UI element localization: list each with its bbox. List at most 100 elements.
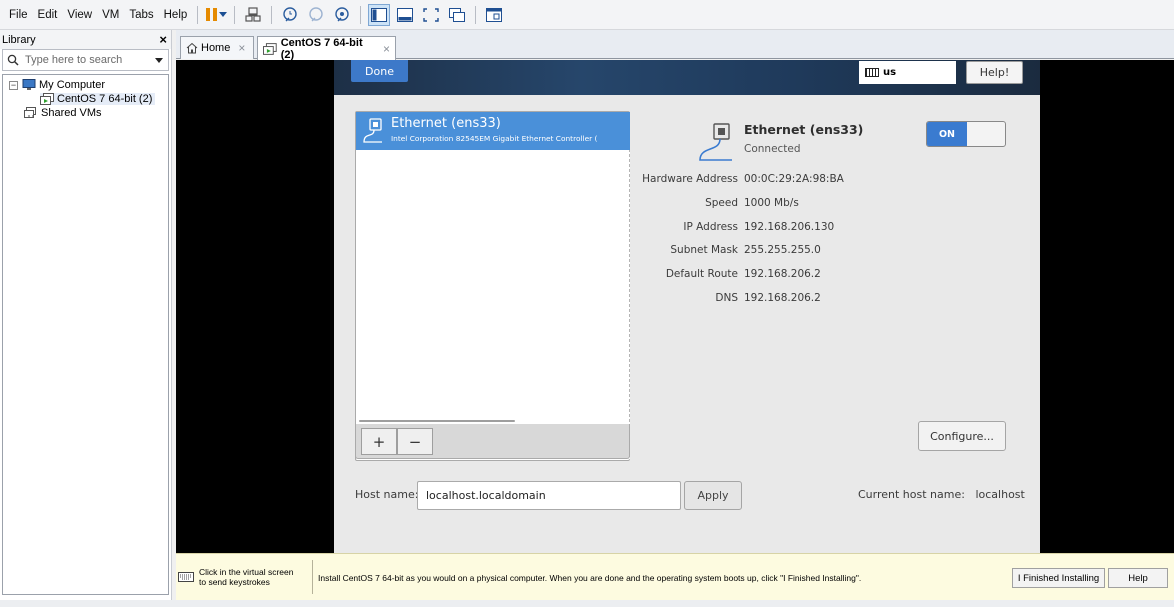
- subnet-mask-label: Subnet Mask: [670, 244, 738, 256]
- hardware-address-label: Hardware Address: [642, 173, 738, 185]
- speed-label: Speed: [705, 197, 738, 209]
- snapshot-icon: [283, 6, 297, 21]
- interface-item-ens33[interactable]: Ethernet (ens33) Intel Corporation 82545…: [356, 112, 630, 150]
- console-view-icon: [486, 7, 503, 22]
- network-hostname-spoke: Done us Help! Ethernet (ens33) Intel Cor…: [334, 60, 1040, 553]
- keyboard-icon: [865, 68, 879, 77]
- interface-list: Ethernet (ens33) Intel Corporation 82545…: [355, 111, 630, 461]
- tab-home[interactable]: Home ×: [180, 36, 254, 59]
- hardware-address-value: 00:0C:29:2A:98:BA: [744, 173, 844, 185]
- toolbar-separator: [475, 5, 477, 24]
- dns-label: DNS: [715, 292, 738, 304]
- tree-item-centos-selected[interactable]: CentOS 7 64-bit (2): [40, 93, 156, 105]
- interface-list-scrollbar[interactable]: [359, 420, 515, 422]
- console-view-button[interactable]: [483, 4, 505, 26]
- library-view-icon: [371, 7, 388, 22]
- menu-tabs[interactable]: Tabs: [124, 0, 158, 30]
- show-library-button[interactable]: [368, 3, 391, 26]
- menu-file[interactable]: File: [4, 0, 33, 30]
- snapshot-manager-button[interactable]: [331, 4, 353, 26]
- hint-help-button[interactable]: Help: [1108, 568, 1168, 588]
- keyboard-layout-label: us: [883, 67, 897, 78]
- thumbnail-bar-button[interactable]: [394, 4, 416, 26]
- tree-label-shared-vms: Shared VMs: [41, 107, 102, 119]
- tab-bar: Home × CentOS 7 64-bit (2) ×: [176, 30, 1174, 61]
- snapshot-button[interactable]: [279, 4, 301, 26]
- speed-value: 1000 Mb/s: [744, 197, 799, 209]
- keyboard-layout-indicator[interactable]: us: [859, 61, 956, 84]
- host-name-input[interactable]: localhost.localdomain: [417, 481, 681, 510]
- tab-centos-label: CentOS 7 64-bit (2): [280, 36, 363, 61]
- install-message: Install CentOS 7 64-bit as you would on …: [318, 573, 862, 583]
- vm-running-icon: [263, 42, 277, 55]
- thumbnail-icon: [397, 7, 414, 22]
- current-host-label: Current host name:: [858, 488, 965, 501]
- search-icon: [7, 54, 19, 66]
- search-dropdown-icon[interactable]: [155, 57, 163, 63]
- send-ctrl-alt-del-button[interactable]: [242, 4, 264, 26]
- tree-item-my-computer[interactable]: − My Computer: [3, 78, 168, 92]
- full-screen-icon: [423, 7, 439, 22]
- interface-description: Intel Corporation 82545EM Gigabit Ethern…: [391, 134, 598, 143]
- configure-button[interactable]: Configure...: [918, 421, 1006, 451]
- ip-address-value: 192.168.206.130: [744, 221, 835, 233]
- help-button[interactable]: Help!: [966, 61, 1023, 84]
- ethernet-icon: [699, 123, 732, 161]
- click-hint-line2: to send keystrokes: [199, 577, 270, 587]
- tab-home-label: Home: [201, 42, 231, 54]
- subnet-mask-value: 255.255.255.0: [744, 244, 821, 256]
- click-hint-line1: Click in the virtual screen: [199, 567, 294, 577]
- connection-status: Connected: [744, 143, 801, 155]
- chevron-down-icon: [218, 12, 227, 17]
- detail-title: Ethernet (ens33): [744, 122, 864, 137]
- vm-running-icon: [40, 93, 54, 105]
- i-finished-installing-button[interactable]: I Finished Installing: [1012, 568, 1105, 588]
- ethernet-toggle[interactable]: ON: [926, 121, 1006, 147]
- install-hint-bar: Click in the virtual screen to send keys…: [176, 553, 1174, 600]
- spoke-header: Done us Help!: [334, 60, 1040, 95]
- tree-label-my-computer: My Computer: [39, 79, 106, 91]
- interface-list-toolbar: + −: [355, 424, 630, 459]
- current-host-value: localhost: [975, 488, 1025, 501]
- toggle-on-label: ON: [927, 122, 967, 146]
- click-hint: Click in the virtual screen to send keys…: [178, 567, 293, 587]
- current-host-name: Current host name: localhost: [858, 488, 1025, 501]
- library-panel: Library × Type here to search − My Compu…: [0, 30, 172, 607]
- default-route-label: Default Route: [665, 268, 738, 280]
- remove-interface-button[interactable]: −: [397, 428, 433, 455]
- close-tab-home-icon[interactable]: ×: [238, 41, 245, 55]
- unity-icon: [449, 7, 466, 22]
- tab-centos-vm[interactable]: CentOS 7 64-bit (2) ×: [257, 36, 396, 61]
- apply-button[interactable]: Apply: [684, 481, 742, 510]
- close-library-icon[interactable]: ×: [159, 33, 167, 46]
- pause-icon: [205, 8, 217, 21]
- computer-icon: [22, 79, 36, 90]
- full-screen-button[interactable]: [420, 4, 442, 26]
- menubar: File Edit View VM Tabs Help: [0, 0, 1174, 30]
- done-button[interactable]: Done: [351, 60, 408, 82]
- collapse-icon[interactable]: −: [9, 80, 18, 90]
- library-search-input[interactable]: Type here to search: [2, 49, 169, 71]
- tree-label-centos-vm: CentOS 7 64-bit (2): [57, 93, 153, 105]
- toolbar-separator: [197, 5, 199, 24]
- library-tree: − My Computer CentOS 7 64-bit (2) Shared…: [2, 74, 169, 595]
- tree-item-shared-vms[interactable]: Shared VMs: [3, 106, 168, 120]
- ethernet-icon: [363, 118, 382, 143]
- library-title: Library: [2, 33, 36, 46]
- menu-vm[interactable]: VM: [97, 0, 124, 30]
- tree-item-centos-vm[interactable]: CentOS 7 64-bit (2): [3, 92, 168, 106]
- add-interface-button[interactable]: +: [361, 428, 397, 455]
- close-tab-centos-icon[interactable]: ×: [383, 42, 390, 56]
- host-name-label: Host name:: [355, 488, 419, 501]
- menu-edit[interactable]: Edit: [33, 0, 63, 30]
- unity-button[interactable]: [446, 4, 468, 26]
- interface-name: Ethernet (ens33): [391, 116, 501, 131]
- home-icon: [186, 42, 198, 54]
- menu-help[interactable]: Help: [159, 0, 193, 30]
- menu-view[interactable]: View: [62, 0, 97, 30]
- vm-console[interactable]: Done us Help! Ethernet (ens33) Intel Cor…: [176, 60, 1174, 553]
- ip-address-label: IP Address: [683, 221, 738, 233]
- dns-value: 192.168.206.2: [744, 292, 821, 304]
- revert-snapshot-button[interactable]: [305, 4, 327, 26]
- pause-button[interactable]: [205, 4, 227, 26]
